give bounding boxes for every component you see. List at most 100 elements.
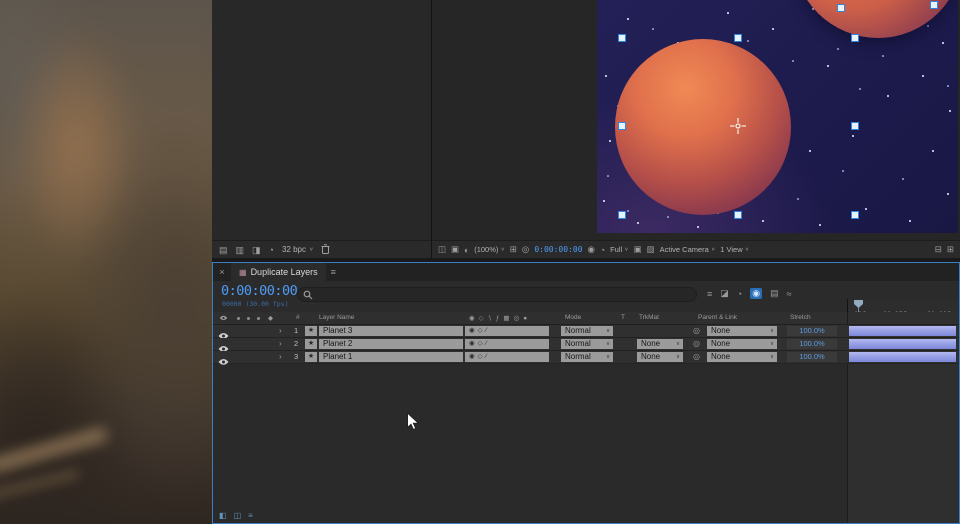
region-of-interest-icon[interactable]: ▣ <box>634 244 642 255</box>
panel-menu-icon[interactable]: ≡ <box>331 267 336 277</box>
label-color-chip[interactable]: ★ <box>305 326 317 336</box>
search-input[interactable] <box>297 287 697 302</box>
zoom-value: (100%) <box>474 245 498 254</box>
display-icon[interactable]: ▣ <box>451 244 459 255</box>
column-layer-name: Layer Name <box>319 314 354 321</box>
stretch-value[interactable]: 100.0% <box>787 326 837 336</box>
chevron-down-icon: ∨ <box>745 247 749 253</box>
timeline-timecode[interactable]: 0:00:00:00 <box>221 283 297 299</box>
draft-3d-icon[interactable]: ◪ <box>720 288 729 299</box>
selection-handle[interactable] <box>618 211 626 219</box>
mask-visibility-icon[interactable]: ◎ <box>522 244 529 255</box>
column-trkmat: TrkMat <box>639 314 659 321</box>
close-icon[interactable]: × <box>213 267 231 277</box>
frame-blending-icon[interactable]: ▤ <box>770 288 779 299</box>
twirl-arrow-icon[interactable]: › <box>279 352 282 362</box>
layer-name-cell[interactable]: Planet 3 <box>319 326 463 336</box>
layer-switches[interactable]: ◉◇∕ <box>465 352 549 362</box>
selection-handle[interactable] <box>618 34 626 42</box>
transparency-grid-icon[interactable]: ▨ <box>647 244 655 255</box>
chevron-down-icon: ∨ <box>676 352 680 362</box>
tab-duplicate-layers[interactable]: ▦ Duplicate Layers <box>231 263 326 281</box>
shy-layers-icon[interactable]: ◔ <box>737 289 742 299</box>
layer-name-cell[interactable]: Planet 2 <box>319 339 463 349</box>
parent-value: None <box>707 352 730 361</box>
fast-previews-icon[interactable]: ⊞ <box>947 244 954 255</box>
trash-icon[interactable] <box>321 241 330 259</box>
project-grid-view-icon[interactable]: ▤ <box>219 241 228 259</box>
layer-duration-bar[interactable] <box>849 326 956 336</box>
parent-value: None <box>707 326 730 335</box>
layer-switches[interactable]: ◉◇∕ <box>465 339 549 349</box>
frame-info: 00000 (30.00 fps) <box>222 300 289 308</box>
column-t: T <box>621 314 625 321</box>
timeline-toggle-cluster: ≡ ◪ ◔ ◉ ▤ ≈ <box>707 288 792 299</box>
parent-pickwhip-icon[interactable]: ◎ <box>693 339 700 349</box>
stretch-value[interactable]: 100.0% <box>787 352 837 362</box>
view-layout-dropdown[interactable]: 1 View ∨ <box>720 245 749 254</box>
camera-view-dropdown[interactable]: Active Camera ∨ <box>660 245 716 254</box>
selection-handle[interactable] <box>734 211 742 219</box>
grid-guides-icon[interactable]: ⊞ <box>510 244 517 255</box>
mode-dropdown[interactable]: ∨Normal <box>561 326 613 336</box>
chevron-down-icon: ∨ <box>606 339 610 349</box>
layer-switches[interactable]: ◉◇∕ <box>465 326 549 336</box>
composition-viewport[interactable] <box>597 0 958 233</box>
layer-duration-bar[interactable] <box>849 352 956 362</box>
timeline-bottom-toggles: ◧ ◫ ≡ <box>219 511 253 520</box>
chevron-down-icon: ∨ <box>500 247 504 253</box>
eye-column-icon <box>219 315 228 323</box>
motion-blur-icon[interactable]: ◉ <box>750 288 762 299</box>
graph-editor-icon[interactable]: ≈ <box>787 289 792 299</box>
selection-handle[interactable] <box>930 1 938 9</box>
interpret-footage-icon[interactable]: ◔ <box>269 241 274 259</box>
pixel-aspect-icon[interactable]: ⊟ <box>935 244 942 255</box>
photo-blur-blobs <box>0 0 212 524</box>
trkmat-dropdown[interactable]: ∨None <box>637 339 683 349</box>
twirl-arrow-icon[interactable]: › <box>279 326 282 336</box>
layer-duration-bar[interactable] <box>849 339 956 349</box>
label-color-chip[interactable]: ★ <box>305 352 317 362</box>
parent-dropdown[interactable]: ∨None <box>707 352 777 362</box>
selection-handle[interactable] <box>851 34 859 42</box>
twirl-arrow-icon[interactable]: › <box>279 339 282 349</box>
project-bit-depth-button[interactable]: 32 bpc ∨ <box>282 245 313 254</box>
selection-handle[interactable] <box>734 34 742 42</box>
composition-panel: ◫ ▣ ◐ (100%) ∨ ⊞ ◎ 0:00:00:00 ◉ ◔ Full ∨… <box>432 0 960 258</box>
mini-flowchart-icon[interactable]: ≡ <box>707 289 712 299</box>
mode-dropdown[interactable]: ∨Normal <box>561 352 613 362</box>
solo-column-icon <box>247 317 250 320</box>
label-color-chip[interactable]: ★ <box>305 339 317 349</box>
parent-dropdown[interactable]: ∨None <box>707 339 777 349</box>
viewer-timecode[interactable]: 0:00:00:00 <box>534 245 582 254</box>
new-folder-icon[interactable]: ▥ <box>236 241 245 259</box>
expand-time-controls-icon[interactable]: ≡ <box>248 511 253 520</box>
parent-pickwhip-icon[interactable]: ◎ <box>693 352 700 362</box>
parent-pickwhip-icon[interactable]: ◎ <box>693 326 700 336</box>
anchor-point-icon[interactable] <box>730 118 746 139</box>
expand-layer-switches-icon[interactable]: ◧ <box>219 511 227 520</box>
mode-value: Normal <box>561 352 591 361</box>
column-stretch: Stretch <box>790 314 811 321</box>
selection-handle[interactable] <box>851 211 859 219</box>
channel-icon[interactable]: ◐ <box>464 245 469 255</box>
viewer-toolbar: ◫ ▣ ◐ (100%) ∨ ⊞ ◎ 0:00:00:00 ◉ ◔ Full ∨… <box>432 240 960 258</box>
selection-handle[interactable] <box>618 122 626 130</box>
expand-transfer-controls-icon[interactable]: ◫ <box>234 511 242 520</box>
parent-dropdown[interactable]: ∨None <box>707 326 777 336</box>
magnification-dropdown[interactable]: (100%) ∨ <box>474 245 505 254</box>
stretch-value[interactable]: 100.0% <box>787 339 837 349</box>
snapshot-camera-icon[interactable]: ◉ <box>588 244 595 255</box>
resolution-dropdown[interactable]: Full ∨ <box>610 245 629 254</box>
show-snapshot-icon[interactable]: ◔ <box>600 245 605 255</box>
selection-handle[interactable] <box>837 4 845 12</box>
mode-dropdown[interactable]: ∨Normal <box>561 339 613 349</box>
trkmat-dropdown[interactable]: ∨None <box>637 352 683 362</box>
chevron-down-icon: ∨ <box>624 247 628 253</box>
new-composition-icon[interactable]: ◨ <box>252 241 261 259</box>
selection-handle[interactable] <box>851 122 859 130</box>
mouse-cursor <box>406 412 420 437</box>
layer-name-cell[interactable]: Planet 1 <box>319 352 463 362</box>
eye-toggle[interactable] <box>218 353 229 371</box>
snapshot-view-icon[interactable]: ◫ <box>438 244 446 255</box>
